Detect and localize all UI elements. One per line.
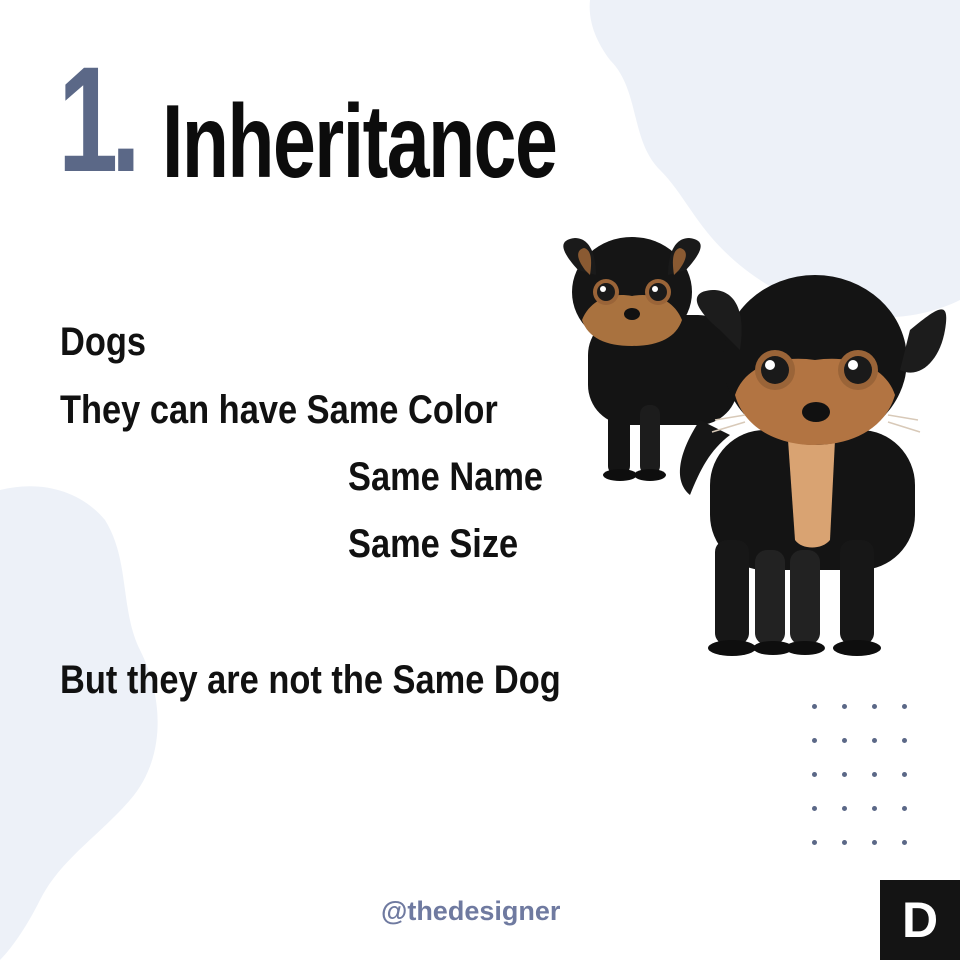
dot	[872, 772, 877, 777]
dot	[842, 738, 847, 743]
text-not-same-dog: But they are not the Same Dog	[60, 658, 561, 702]
text-same-size: Same Size	[348, 522, 519, 566]
page-title: 1. Inheritance	[58, 44, 695, 194]
dot	[842, 772, 847, 777]
dot	[872, 738, 877, 743]
text-same-color: They can have Same Color	[60, 388, 498, 432]
dot	[812, 704, 817, 709]
dot	[842, 806, 847, 811]
slide: 1. Inheritance Dogs They can have Same C…	[0, 0, 960, 960]
title-word: Inheritance	[162, 84, 558, 200]
author-handle: @thedesigner	[381, 896, 561, 926]
dot	[902, 738, 907, 743]
dot	[902, 840, 907, 845]
dot	[872, 840, 877, 845]
text-dogs: Dogs	[60, 320, 146, 364]
dot	[812, 772, 817, 777]
brand-logo: D	[880, 880, 960, 960]
dot	[812, 738, 817, 743]
dot	[842, 840, 847, 845]
text-same-name: Same Name	[348, 455, 544, 499]
dot-grid-decoration	[812, 704, 932, 874]
dot	[872, 704, 877, 709]
dogs-illustration	[563, 237, 947, 656]
logo-letter: D	[901, 892, 939, 948]
dot	[872, 806, 877, 811]
dot	[812, 806, 817, 811]
dot	[812, 840, 817, 845]
dot	[902, 704, 907, 709]
dot	[902, 772, 907, 777]
dot	[842, 704, 847, 709]
dot	[902, 806, 907, 811]
title-number: 1.	[58, 35, 141, 203]
